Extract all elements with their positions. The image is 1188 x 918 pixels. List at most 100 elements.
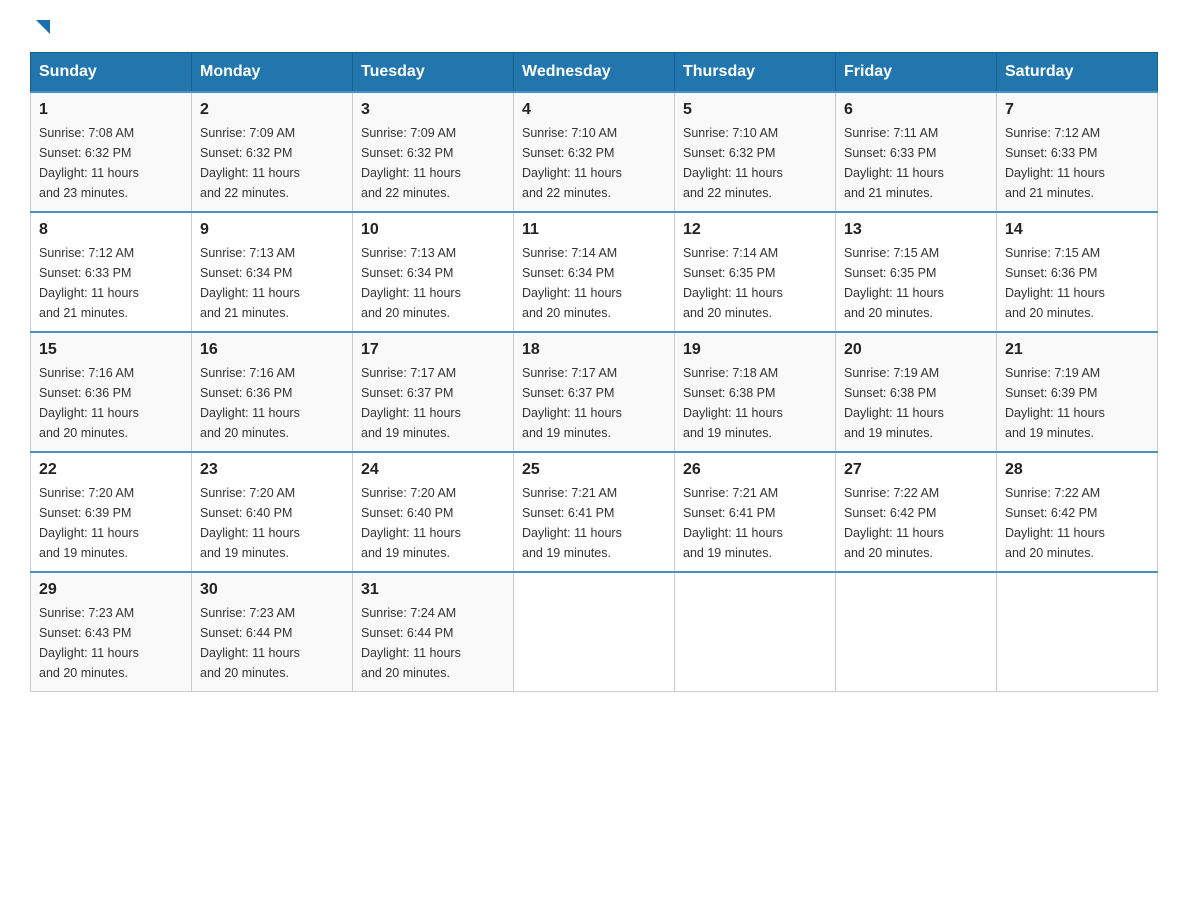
week-row-5: 29 Sunrise: 7:23 AM Sunset: 6:43 PM Dayl… <box>31 572 1158 692</box>
day-info: Sunrise: 7:11 AM Sunset: 6:33 PM Dayligh… <box>844 123 988 203</box>
calendar-cell: 10 Sunrise: 7:13 AM Sunset: 6:34 PM Dayl… <box>353 212 514 332</box>
calendar-cell: 18 Sunrise: 7:17 AM Sunset: 6:37 PM Dayl… <box>514 332 675 452</box>
day-number: 19 <box>683 341 827 359</box>
week-row-4: 22 Sunrise: 7:20 AM Sunset: 6:39 PM Dayl… <box>31 452 1158 572</box>
day-info: Sunrise: 7:20 AM Sunset: 6:39 PM Dayligh… <box>39 483 183 563</box>
day-number: 22 <box>39 461 183 479</box>
day-number: 24 <box>361 461 505 479</box>
calendar-cell: 26 Sunrise: 7:21 AM Sunset: 6:41 PM Dayl… <box>675 452 836 572</box>
day-number: 5 <box>683 101 827 119</box>
calendar-cell: 7 Sunrise: 7:12 AM Sunset: 6:33 PM Dayli… <box>997 92 1158 212</box>
day-number: 15 <box>39 341 183 359</box>
day-info: Sunrise: 7:10 AM Sunset: 6:32 PM Dayligh… <box>683 123 827 203</box>
calendar-cell: 14 Sunrise: 7:15 AM Sunset: 6:36 PM Dayl… <box>997 212 1158 332</box>
day-number: 27 <box>844 461 988 479</box>
day-info: Sunrise: 7:10 AM Sunset: 6:32 PM Dayligh… <box>522 123 666 203</box>
calendar-cell: 27 Sunrise: 7:22 AM Sunset: 6:42 PM Dayl… <box>836 452 997 572</box>
day-number: 1 <box>39 101 183 119</box>
day-info: Sunrise: 7:19 AM Sunset: 6:38 PM Dayligh… <box>844 363 988 443</box>
calendar-cell: 5 Sunrise: 7:10 AM Sunset: 6:32 PM Dayli… <box>675 92 836 212</box>
calendar-cell: 8 Sunrise: 7:12 AM Sunset: 6:33 PM Dayli… <box>31 212 192 332</box>
day-number: 17 <box>361 341 505 359</box>
calendar-cell: 16 Sunrise: 7:16 AM Sunset: 6:36 PM Dayl… <box>192 332 353 452</box>
day-info: Sunrise: 7:13 AM Sunset: 6:34 PM Dayligh… <box>361 243 505 323</box>
day-number: 29 <box>39 581 183 599</box>
header-thursday: Thursday <box>675 53 836 93</box>
day-number: 21 <box>1005 341 1149 359</box>
calendar-cell: 25 Sunrise: 7:21 AM Sunset: 6:41 PM Dayl… <box>514 452 675 572</box>
week-row-1: 1 Sunrise: 7:08 AM Sunset: 6:32 PM Dayli… <box>31 92 1158 212</box>
day-number: 10 <box>361 221 505 239</box>
day-info: Sunrise: 7:14 AM Sunset: 6:35 PM Dayligh… <box>683 243 827 323</box>
header-wednesday: Wednesday <box>514 53 675 93</box>
calendar-cell <box>514 572 675 692</box>
calendar-cell: 30 Sunrise: 7:23 AM Sunset: 6:44 PM Dayl… <box>192 572 353 692</box>
day-info: Sunrise: 7:21 AM Sunset: 6:41 PM Dayligh… <box>683 483 827 563</box>
calendar-cell: 29 Sunrise: 7:23 AM Sunset: 6:43 PM Dayl… <box>31 572 192 692</box>
calendar-cell: 4 Sunrise: 7:10 AM Sunset: 6:32 PM Dayli… <box>514 92 675 212</box>
day-number: 7 <box>1005 101 1149 119</box>
calendar-cell: 15 Sunrise: 7:16 AM Sunset: 6:36 PM Dayl… <box>31 332 192 452</box>
day-number: 14 <box>1005 221 1149 239</box>
calendar-cell: 12 Sunrise: 7:14 AM Sunset: 6:35 PM Dayl… <box>675 212 836 332</box>
day-info: Sunrise: 7:22 AM Sunset: 6:42 PM Dayligh… <box>844 483 988 563</box>
header-friday: Friday <box>836 53 997 93</box>
day-info: Sunrise: 7:20 AM Sunset: 6:40 PM Dayligh… <box>361 483 505 563</box>
calendar-cell <box>836 572 997 692</box>
calendar-cell: 6 Sunrise: 7:11 AM Sunset: 6:33 PM Dayli… <box>836 92 997 212</box>
calendar-cell: 9 Sunrise: 7:13 AM Sunset: 6:34 PM Dayli… <box>192 212 353 332</box>
day-info: Sunrise: 7:12 AM Sunset: 6:33 PM Dayligh… <box>1005 123 1149 203</box>
calendar-cell: 20 Sunrise: 7:19 AM Sunset: 6:38 PM Dayl… <box>836 332 997 452</box>
day-info: Sunrise: 7:23 AM Sunset: 6:44 PM Dayligh… <box>200 603 344 683</box>
day-info: Sunrise: 7:16 AM Sunset: 6:36 PM Dayligh… <box>39 363 183 443</box>
day-info: Sunrise: 7:23 AM Sunset: 6:43 PM Dayligh… <box>39 603 183 683</box>
calendar-cell <box>675 572 836 692</box>
day-number: 23 <box>200 461 344 479</box>
week-row-3: 15 Sunrise: 7:16 AM Sunset: 6:36 PM Dayl… <box>31 332 1158 452</box>
day-number: 4 <box>522 101 666 119</box>
calendar-cell: 22 Sunrise: 7:20 AM Sunset: 6:39 PM Dayl… <box>31 452 192 572</box>
day-info: Sunrise: 7:16 AM Sunset: 6:36 PM Dayligh… <box>200 363 344 443</box>
calendar-cell: 1 Sunrise: 7:08 AM Sunset: 6:32 PM Dayli… <box>31 92 192 212</box>
day-number: 16 <box>200 341 344 359</box>
day-info: Sunrise: 7:21 AM Sunset: 6:41 PM Dayligh… <box>522 483 666 563</box>
calendar-cell <box>997 572 1158 692</box>
calendar-cell: 31 Sunrise: 7:24 AM Sunset: 6:44 PM Dayl… <box>353 572 514 692</box>
day-number: 25 <box>522 461 666 479</box>
calendar-cell: 17 Sunrise: 7:17 AM Sunset: 6:37 PM Dayl… <box>353 332 514 452</box>
day-info: Sunrise: 7:15 AM Sunset: 6:35 PM Dayligh… <box>844 243 988 323</box>
day-number: 26 <box>683 461 827 479</box>
day-number: 6 <box>844 101 988 119</box>
header-tuesday: Tuesday <box>353 53 514 93</box>
page-header <box>30 20 1158 32</box>
day-info: Sunrise: 7:15 AM Sunset: 6:36 PM Dayligh… <box>1005 243 1149 323</box>
day-number: 9 <box>200 221 344 239</box>
day-info: Sunrise: 7:17 AM Sunset: 6:37 PM Dayligh… <box>522 363 666 443</box>
day-info: Sunrise: 7:18 AM Sunset: 6:38 PM Dayligh… <box>683 363 827 443</box>
calendar-cell: 21 Sunrise: 7:19 AM Sunset: 6:39 PM Dayl… <box>997 332 1158 452</box>
day-number: 12 <box>683 221 827 239</box>
calendar-cell: 23 Sunrise: 7:20 AM Sunset: 6:40 PM Dayl… <box>192 452 353 572</box>
day-info: Sunrise: 7:09 AM Sunset: 6:32 PM Dayligh… <box>361 123 505 203</box>
calendar-table: SundayMondayTuesdayWednesdayThursdayFrid… <box>30 52 1158 692</box>
header-saturday: Saturday <box>997 53 1158 93</box>
day-number: 13 <box>844 221 988 239</box>
calendar-cell: 3 Sunrise: 7:09 AM Sunset: 6:32 PM Dayli… <box>353 92 514 212</box>
day-info: Sunrise: 7:20 AM Sunset: 6:40 PM Dayligh… <box>200 483 344 563</box>
day-number: 28 <box>1005 461 1149 479</box>
day-number: 18 <box>522 341 666 359</box>
header-sunday: Sunday <box>31 53 192 93</box>
calendar-header-row: SundayMondayTuesdayWednesdayThursdayFrid… <box>31 53 1158 93</box>
calendar-cell: 19 Sunrise: 7:18 AM Sunset: 6:38 PM Dayl… <box>675 332 836 452</box>
day-info: Sunrise: 7:12 AM Sunset: 6:33 PM Dayligh… <box>39 243 183 323</box>
calendar-cell: 13 Sunrise: 7:15 AM Sunset: 6:35 PM Dayl… <box>836 212 997 332</box>
day-number: 11 <box>522 221 666 239</box>
logo <box>30 20 54 32</box>
calendar-cell: 2 Sunrise: 7:09 AM Sunset: 6:32 PM Dayli… <box>192 92 353 212</box>
logo-triangle-icon <box>32 16 54 38</box>
day-number: 8 <box>39 221 183 239</box>
day-info: Sunrise: 7:14 AM Sunset: 6:34 PM Dayligh… <box>522 243 666 323</box>
day-number: 30 <box>200 581 344 599</box>
day-info: Sunrise: 7:17 AM Sunset: 6:37 PM Dayligh… <box>361 363 505 443</box>
week-row-2: 8 Sunrise: 7:12 AM Sunset: 6:33 PM Dayli… <box>31 212 1158 332</box>
